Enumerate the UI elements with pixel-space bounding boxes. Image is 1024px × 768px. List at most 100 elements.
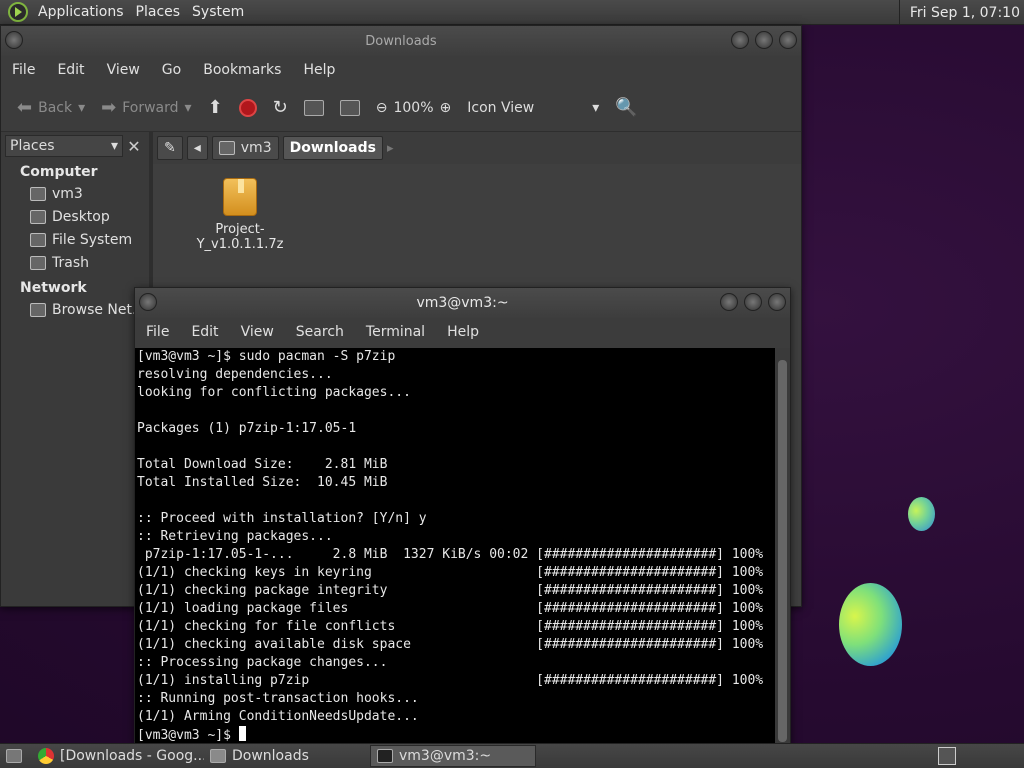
taskbar-item-label: Downloads xyxy=(232,748,309,764)
stop-icon xyxy=(238,98,257,117)
sidebar-type-select[interactable]: Places ▾ xyxy=(5,135,123,157)
file-manager-menubar: File Edit View Go Bookmarks Help xyxy=(1,56,801,84)
file-manager-titlebar[interactable]: Downloads xyxy=(1,26,801,56)
network-icon xyxy=(30,302,46,317)
taskbar-item-label: [Downloads - Goog... xyxy=(60,748,204,764)
stop-button[interactable] xyxy=(233,98,263,117)
home-folder-icon xyxy=(30,186,46,201)
taskbar-item-terminal[interactable]: vm3@vm3:~ xyxy=(370,745,536,767)
minimize-button[interactable] xyxy=(720,293,738,311)
window-menu-button[interactable] xyxy=(5,31,23,49)
window-title: Downloads xyxy=(365,33,437,49)
path-segment-vm3[interactable]: vm3 xyxy=(211,136,279,160)
menu-edit[interactable]: Edit xyxy=(46,62,95,78)
toggle-location-entry-button[interactable]: ✎ xyxy=(157,136,183,160)
search-button[interactable]: 🔍 xyxy=(609,97,643,118)
computer-button[interactable] xyxy=(334,99,366,116)
taskbar-item-file-manager[interactable]: Downloads xyxy=(204,745,370,767)
home-folder-icon xyxy=(218,141,235,155)
home-button[interactable] xyxy=(298,99,330,116)
window-title: vm3@vm3:~ xyxy=(416,295,509,311)
menu-view[interactable]: View xyxy=(230,324,285,340)
menu-go[interactable]: Go xyxy=(151,62,192,78)
zoom-in-icon[interactable]: ⊕ xyxy=(440,100,452,116)
zoom-control: ⊖ 100% ⊕ xyxy=(370,100,458,116)
sidebar-type-label: Places xyxy=(10,138,55,154)
places-menu[interactable]: Places xyxy=(130,4,187,20)
sidebar-item-desktop[interactable]: Desktop xyxy=(1,205,149,228)
sidebar-item-file-system[interactable]: File System xyxy=(1,228,149,251)
sidebar: Places ▾ ✕ Computer vm3 Desktop File Sys… xyxy=(1,132,153,606)
sidebar-heading-network: Network xyxy=(20,280,87,296)
up-button[interactable]: ⬆ xyxy=(202,97,229,118)
decorative-orb-large xyxy=(839,583,902,666)
close-button[interactable] xyxy=(779,31,797,49)
sidebar-item-label: File System xyxy=(52,231,133,248)
sidebar-item-label: Desktop xyxy=(52,208,110,225)
sidebar-item-trash[interactable]: Trash xyxy=(1,251,149,274)
terminal-output[interactable]: [vm3@vm3 ~]$ sudo pacman -S p7zip resolv… xyxy=(135,348,777,744)
show-desktop-icon xyxy=(6,749,22,763)
maximize-button[interactable] xyxy=(744,293,762,311)
terminal-icon xyxy=(377,749,393,763)
sidebar-heading-computer: Computer xyxy=(20,164,98,180)
menu-search[interactable]: Search xyxy=(285,324,355,340)
system-menu[interactable]: System xyxy=(186,4,250,20)
back-history-dropdown-icon[interactable]: ▾ xyxy=(78,100,85,116)
forward-arrow-icon: ➡ xyxy=(101,97,117,118)
show-desktop-button[interactable] xyxy=(0,745,32,767)
archive-icon xyxy=(223,178,257,216)
menu-view[interactable]: View xyxy=(96,62,151,78)
sidebar-item-vm3[interactable]: vm3 xyxy=(1,182,149,205)
sidebar-item-browse-network[interactable]: Browse Net... xyxy=(1,298,149,321)
back-button[interactable]: ⬅ Back ▾ xyxy=(11,97,91,118)
search-icon: 🔍 xyxy=(615,97,638,118)
terminal-window: vm3@vm3:~ File Edit View Search Terminal… xyxy=(134,287,791,745)
home-icon xyxy=(303,99,324,116)
clock[interactable]: Fri Sep 1, 07:10 xyxy=(898,0,1024,25)
menu-help[interactable]: Help xyxy=(292,62,346,78)
sidebar-item-label: Browse Net... xyxy=(52,301,146,318)
path-bar: ✎ ◂ vm3 Downloads ▸ xyxy=(153,132,801,164)
path-scroll-left-button[interactable]: ◂ xyxy=(186,136,208,160)
scrollbar-thumb[interactable] xyxy=(778,360,787,742)
zoom-out-icon[interactable]: ⊖ xyxy=(376,100,388,116)
taskbar-item-browser[interactable]: [Downloads - Goog... xyxy=(32,745,204,767)
sidebar-item-label: vm3 xyxy=(52,185,83,202)
menu-edit[interactable]: Edit xyxy=(180,324,229,340)
file-manager-toolbar: ⬅ Back ▾ ➡ Forward ▾ ⬆ ↻ ⊖ 100% ⊕ Icon V… xyxy=(1,84,801,132)
workspace-switcher-icon[interactable] xyxy=(938,747,956,765)
maximize-button[interactable] xyxy=(755,31,773,49)
menu-file[interactable]: File xyxy=(135,324,180,340)
path-segment-label: Downloads xyxy=(289,140,376,156)
zoom-level[interactable]: 100% xyxy=(393,100,433,116)
path-segment-downloads[interactable]: Downloads xyxy=(282,136,383,160)
edit-icon: ✎ xyxy=(164,140,176,156)
close-icon[interactable]: ✕ xyxy=(123,137,145,156)
applications-menu[interactable]: Applications xyxy=(32,4,130,20)
minimize-button[interactable] xyxy=(731,31,749,49)
back-arrow-icon: ⬅ xyxy=(17,97,33,118)
reload-button[interactable]: ↻ xyxy=(267,97,294,118)
forward-history-dropdown-icon[interactable]: ▾ xyxy=(185,100,192,116)
sidebar-header: Places ▾ ✕ xyxy=(5,134,145,158)
terminal-titlebar[interactable]: vm3@vm3:~ xyxy=(135,288,790,318)
computer-icon xyxy=(339,99,360,116)
top-panel: Applications Places System Fri Sep 1, 07… xyxy=(0,0,1024,25)
menu-bookmarks[interactable]: Bookmarks xyxy=(192,62,292,78)
window-menu-button[interactable] xyxy=(139,293,157,311)
decorative-orb-small xyxy=(908,497,935,531)
menu-help[interactable]: Help xyxy=(436,324,490,340)
distro-logo-icon[interactable] xyxy=(8,2,28,22)
chevron-right-icon[interactable]: ▸ xyxy=(387,141,394,156)
folder-icon xyxy=(210,749,226,763)
reload-icon: ↻ xyxy=(272,97,288,118)
menu-terminal[interactable]: Terminal xyxy=(355,324,436,340)
close-button[interactable] xyxy=(768,293,786,311)
terminal-scrollbar[interactable] xyxy=(775,348,790,744)
chrome-icon xyxy=(38,748,54,764)
forward-button[interactable]: ➡ Forward ▾ xyxy=(95,97,197,118)
file-item[interactable]: Project-Y_v1.0.1.1.7z xyxy=(175,178,305,252)
menu-file[interactable]: File xyxy=(1,62,46,78)
view-mode-select[interactable]: Icon View ▾ xyxy=(461,100,605,116)
